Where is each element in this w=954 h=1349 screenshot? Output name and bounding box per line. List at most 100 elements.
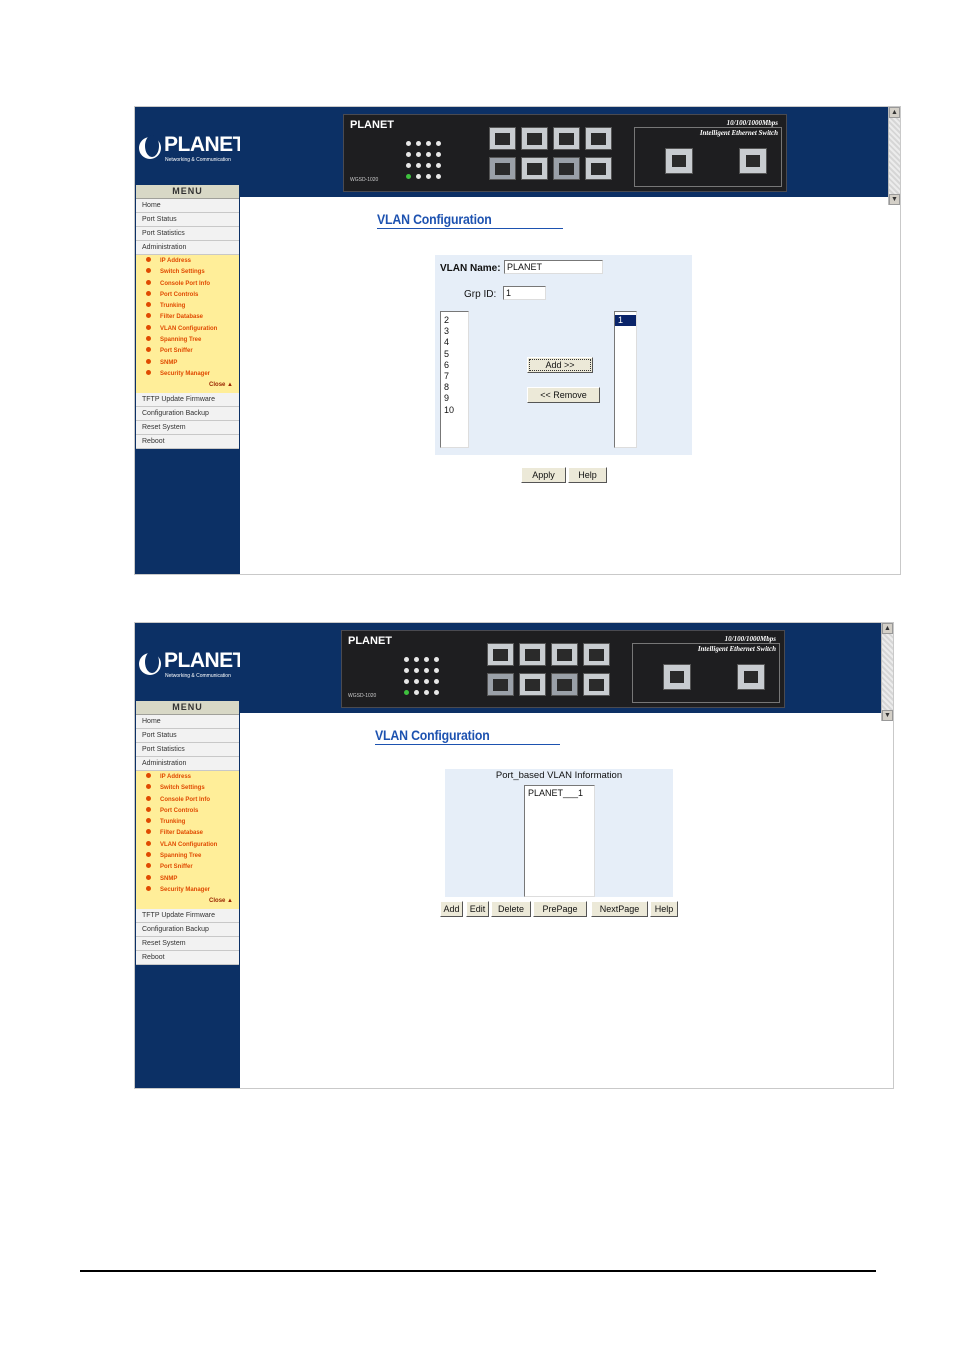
list-item[interactable]: 4: [441, 337, 468, 348]
list-item-selected[interactable]: 1: [615, 315, 636, 327]
prepage-button[interactable]: PrePage: [533, 901, 587, 917]
submenu-label: Port Controls: [160, 291, 199, 298]
submenu-label: Spanning Tree: [160, 853, 202, 860]
banner-scrollbar[interactable]: ▲ ▼: [881, 623, 893, 721]
bullet-icon: [146, 806, 151, 812]
scroll-down-icon[interactable]: ▼: [882, 710, 893, 721]
help-button[interactable]: Help: [568, 467, 607, 483]
page-title: VLAN Configuration: [375, 727, 490, 743]
member-ports-list[interactable]: 1: [614, 311, 637, 448]
submenu-label: Filter Database: [160, 314, 204, 321]
help-button[interactable]: Help: [650, 901, 678, 917]
menu-item-port-statistics[interactable]: Port Statistics: [136, 743, 239, 757]
list-item[interactable]: 9: [441, 393, 468, 404]
menu-item-tftp-update[interactable]: TFTP Update Firmware: [136, 909, 239, 924]
list-item[interactable]: 5: [441, 349, 468, 360]
bullet-icon: [146, 863, 151, 869]
bullet-icon: [146, 324, 151, 330]
apply-button[interactable]: Apply: [521, 467, 566, 483]
bullet-icon: [146, 358, 151, 364]
submenu-security-manager[interactable]: Security Manager: [136, 885, 239, 896]
menu-item-reboot[interactable]: Reboot: [136, 951, 239, 966]
submenu-snmp[interactable]: SNMP: [136, 874, 239, 885]
list-item[interactable]: 8: [441, 382, 468, 393]
ethernet-ports: [487, 643, 617, 699]
list-item[interactable]: 10: [441, 405, 468, 416]
submenu-security-manager[interactable]: Security Manager: [136, 369, 239, 380]
menu-item-port-status[interactable]: Port Status: [136, 729, 239, 743]
scroll-track[interactable]: [889, 118, 900, 194]
list-item[interactable]: 2: [441, 315, 468, 326]
submenu-ip-address[interactable]: IP Address: [136, 772, 239, 783]
remove-port-button[interactable]: << Remove: [527, 387, 600, 403]
submenu-filter-database[interactable]: Filter Database: [136, 312, 239, 323]
list-item[interactable]: 6: [441, 360, 468, 371]
submenu-snmp[interactable]: SNMP: [136, 358, 239, 369]
vlan-name-input[interactable]: PLANET: [504, 260, 603, 274]
ethernet-ports: [489, 127, 619, 183]
delete-vlan-button[interactable]: Delete: [491, 901, 531, 917]
bullet-icon: [146, 369, 151, 375]
submenu-spanning-tree[interactable]: Spanning Tree: [136, 851, 239, 862]
power-led-icon: [404, 690, 409, 695]
list-item[interactable]: 7: [441, 371, 468, 382]
menu-item-reset-system[interactable]: Reset System: [136, 421, 239, 436]
submenu-spanning-tree[interactable]: Spanning Tree: [136, 335, 239, 346]
submenu-port-sniffer[interactable]: Port Sniffer: [136, 862, 239, 873]
submenu-vlan-configuration[interactable]: VLAN Configuration: [136, 324, 239, 335]
nextpage-button[interactable]: NextPage: [591, 901, 648, 917]
submenu-trunking[interactable]: Trunking: [136, 817, 239, 828]
submenu-console-port-info[interactable]: Console Port Info: [136, 795, 239, 806]
logo-text: PLANET: [164, 133, 246, 156]
menu-item-config-backup[interactable]: Configuration Backup: [136, 923, 239, 938]
submenu-port-controls[interactable]: Port Controls: [136, 290, 239, 301]
scroll-up-icon[interactable]: ▲: [889, 107, 900, 118]
submenu-label: Security Manager: [160, 886, 211, 893]
rj45-port-icon: [521, 127, 548, 150]
menu-item-tftp-update[interactable]: TFTP Update Firmware: [136, 393, 239, 408]
menu-item-reset-system[interactable]: Reset System: [136, 937, 239, 952]
menu-item-home[interactable]: Home: [136, 715, 239, 729]
scroll-down-icon[interactable]: ▼: [889, 194, 900, 205]
menu-item-administration[interactable]: Administration: [136, 241, 239, 255]
led-icon: [416, 174, 421, 179]
menu-item-home[interactable]: Home: [136, 199, 239, 213]
submenu-vlan-configuration[interactable]: VLAN Configuration: [136, 840, 239, 851]
scroll-track[interactable]: [882, 634, 893, 710]
submenu-switch-settings[interactable]: Switch Settings: [136, 783, 239, 794]
planet-logo: PLANET Networking & Communication: [139, 133, 246, 165]
submenu-label: Trunking: [160, 819, 186, 826]
add-port-button[interactable]: Add >>: [527, 357, 593, 373]
switch-front-panel: PLANET WGSD-1020 10/100/1000Mbps Intellig…: [341, 630, 785, 708]
rj45-port-icon: [665, 148, 693, 174]
list-item[interactable]: 3: [441, 326, 468, 337]
submenu-ip-address[interactable]: IP Address: [136, 256, 239, 267]
scroll-up-icon[interactable]: ▲: [882, 623, 893, 634]
available-ports-list[interactable]: 2 3 4 5 6 7 8 9 10: [440, 311, 469, 448]
banner-scrollbar[interactable]: ▲ ▼: [888, 107, 900, 205]
planet-logo: PLANET Networking & Communication: [139, 649, 246, 681]
submenu-switch-settings[interactable]: Switch Settings: [136, 267, 239, 278]
menu-item-administration[interactable]: Administration: [136, 757, 239, 771]
vlan-form: VLAN Name: PLANET Grp ID: 1 2 3 4 5 6 7 …: [435, 255, 692, 455]
submenu-close[interactable]: Close ▲: [136, 380, 239, 391]
bullet-icon: [146, 268, 151, 274]
add-vlan-button[interactable]: Add: [440, 901, 463, 917]
menu-item-port-status[interactable]: Port Status: [136, 213, 239, 227]
sfp-port-icon: [489, 157, 516, 180]
menu-item-reboot[interactable]: Reboot: [136, 435, 239, 450]
list-item[interactable]: PLANET___1: [525, 788, 594, 799]
submenu-label: Security Manager: [160, 370, 211, 377]
submenu-port-sniffer[interactable]: Port Sniffer: [136, 346, 239, 357]
menu-item-port-statistics[interactable]: Port Statistics: [136, 227, 239, 241]
grp-id-input[interactable]: 1: [503, 286, 546, 300]
vlan-list[interactable]: PLANET___1: [524, 785, 595, 897]
edit-vlan-button[interactable]: Edit: [466, 901, 489, 917]
bullet-icon: [146, 795, 151, 801]
submenu-close[interactable]: Close ▲: [136, 896, 239, 907]
submenu-port-controls[interactable]: Port Controls: [136, 806, 239, 817]
submenu-filter-database[interactable]: Filter Database: [136, 828, 239, 839]
submenu-trunking[interactable]: Trunking: [136, 301, 239, 312]
submenu-console-port-info[interactable]: Console Port Info: [136, 279, 239, 290]
menu-item-config-backup[interactable]: Configuration Backup: [136, 407, 239, 422]
